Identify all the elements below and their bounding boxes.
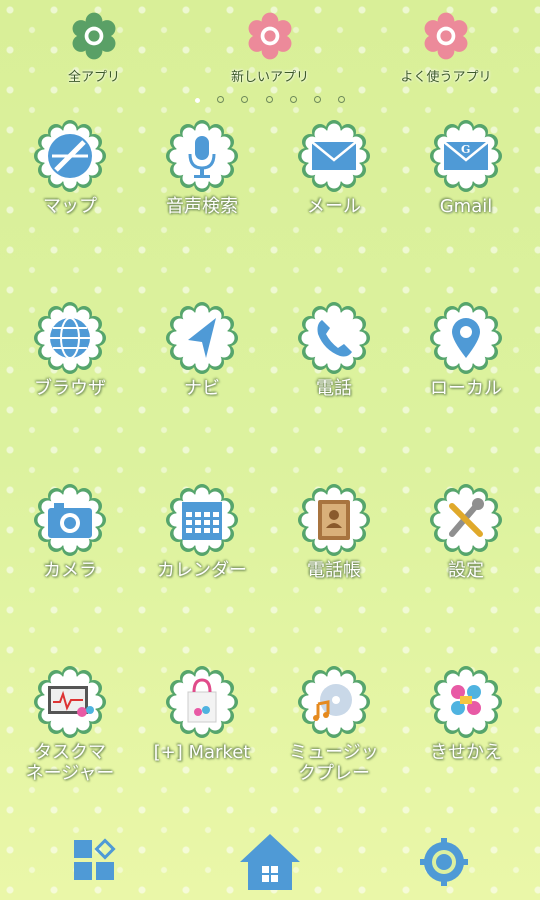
widgets-button[interactable] xyxy=(72,838,116,886)
app-label: 設定 xyxy=(448,560,484,581)
globe-icon xyxy=(34,302,106,374)
app-label: [+] Market xyxy=(153,742,251,763)
gmail-icon: G xyxy=(430,120,502,192)
location-pin-icon xyxy=(430,302,502,374)
app-market[interactable]: [+] Market xyxy=(136,666,268,763)
app-navi[interactable]: ナビ xyxy=(136,302,268,399)
shopping-bag-icon xyxy=(166,666,238,738)
tab-frequent-apps-label: よく使うアプリ xyxy=(400,70,492,85)
task-manager-icon xyxy=(34,666,106,738)
app-label: 電話 xyxy=(316,378,352,399)
music-player-icon xyxy=(298,666,370,738)
tab-new-apps-label: 新しいアプリ xyxy=(230,70,309,85)
app-label-line: ネージャー xyxy=(25,763,115,784)
app-settings[interactable]: 設定 xyxy=(400,484,532,581)
flower-green-icon xyxy=(72,12,116,60)
mail-icon xyxy=(298,120,370,192)
theme-icon xyxy=(430,666,502,738)
page-dot xyxy=(241,96,249,103)
app-label: メール xyxy=(307,196,361,217)
navigation-arrow-icon xyxy=(166,302,238,374)
app-map[interactable]: マップ xyxy=(4,120,136,217)
tab-all-apps[interactable]: 全アプリ xyxy=(24,8,164,85)
app-label: カレンダー xyxy=(157,560,247,581)
app-label: カメラ xyxy=(43,560,97,581)
app-label: 音声検索 xyxy=(166,196,238,217)
app-label: きせかえ xyxy=(430,742,502,763)
svg-text:G: G xyxy=(461,143,470,156)
app-label-line: クプレー xyxy=(298,763,370,784)
app-music-player[interactable]: ミュージッ クプレー xyxy=(268,666,400,784)
phone-icon xyxy=(298,302,370,374)
page-dot xyxy=(313,96,321,103)
dock xyxy=(0,828,540,900)
app-theme[interactable]: きせかえ xyxy=(400,666,532,763)
page-dot xyxy=(265,96,273,103)
settings-button[interactable] xyxy=(420,838,468,890)
app-phone[interactable]: 電話 xyxy=(268,302,400,399)
app-browser[interactable]: ブラウザ xyxy=(4,302,136,399)
tab-new-apps[interactable]: 新しいアプリ xyxy=(200,8,340,85)
top-navigation: 全アプリ 新しいアプリ よく使うアプリ xyxy=(0,8,540,88)
app-camera[interactable]: カメラ xyxy=(4,484,136,581)
tools-icon xyxy=(430,484,502,556)
app-mail[interactable]: メール xyxy=(268,120,400,217)
app-task-manager[interactable]: タスクマ ネージャー xyxy=(4,666,136,784)
map-icon xyxy=(34,120,106,192)
app-calendar[interactable]: カレンダー xyxy=(136,484,268,581)
home-button[interactable] xyxy=(238,832,302,896)
app-voice-search[interactable]: 音声検索 xyxy=(136,120,268,217)
flower-pink-icon xyxy=(248,12,292,60)
page-dot xyxy=(337,96,345,103)
calendar-icon xyxy=(166,484,238,556)
app-label-line: タスクマ xyxy=(34,742,106,763)
page-indicator xyxy=(0,88,540,103)
camera-icon xyxy=(34,484,106,556)
flower-pink-icon xyxy=(424,12,468,60)
app-label: ブラウザ xyxy=(34,378,106,399)
app-gmail[interactable]: G Gmail xyxy=(400,120,532,217)
app-label: マップ xyxy=(43,196,97,217)
app-label: ローカル xyxy=(430,378,502,399)
app-local[interactable]: ローカル xyxy=(400,302,532,399)
home-icon xyxy=(240,834,300,890)
app-label: ナビ xyxy=(184,378,220,399)
tab-all-apps-label: 全アプリ xyxy=(67,70,120,85)
app-label: 電話帳 xyxy=(307,560,361,581)
address-book-icon xyxy=(298,484,370,556)
settings-gear-icon xyxy=(420,838,468,886)
page-dot xyxy=(289,96,297,103)
app-contacts[interactable]: 電話帳 xyxy=(268,484,400,581)
microphone-icon xyxy=(166,120,238,192)
app-label-line: ミュージッ xyxy=(289,742,379,763)
widgets-icon xyxy=(74,838,116,880)
page-dot xyxy=(217,96,225,103)
tab-frequent-apps[interactable]: よく使うアプリ xyxy=(376,8,516,85)
app-label: Gmail xyxy=(439,196,493,217)
